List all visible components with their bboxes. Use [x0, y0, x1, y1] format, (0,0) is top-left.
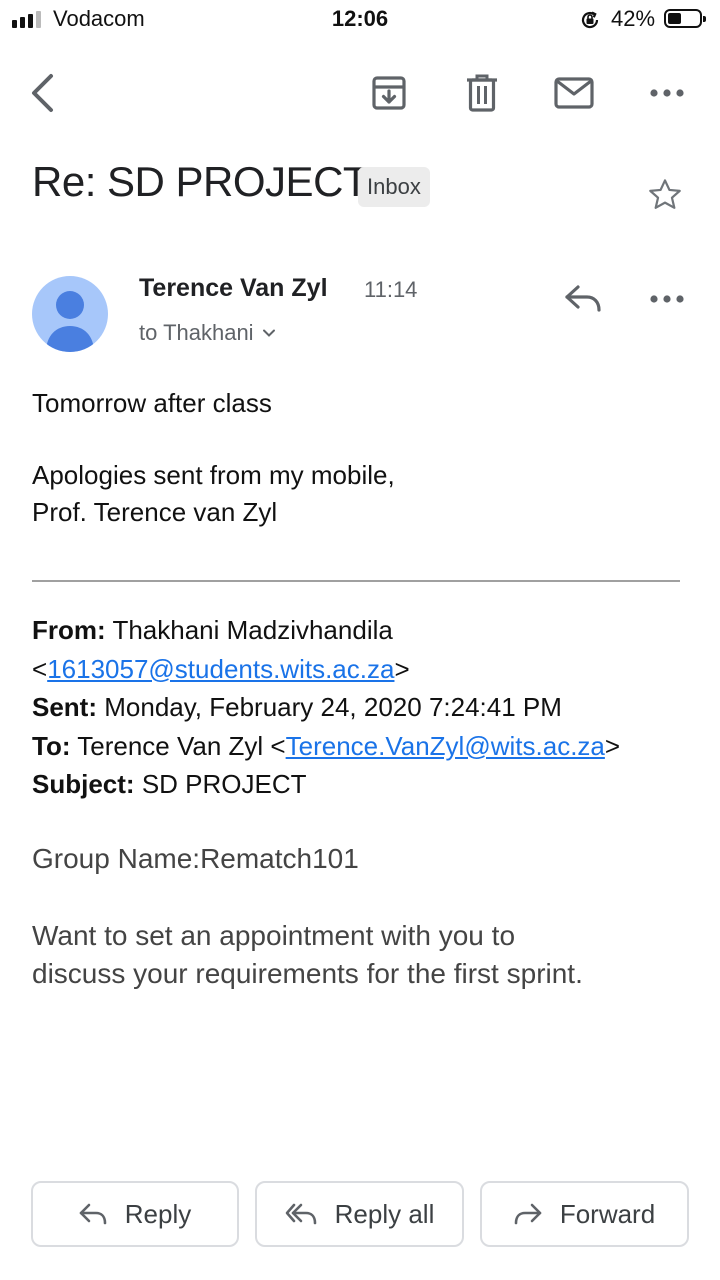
quoted-sent-line: Sent: Monday, February 24, 2020 7:24:41 …: [32, 688, 620, 727]
forward-icon: [514, 1203, 542, 1225]
quoted-message-line: Want to set an appointment with you to: [32, 920, 516, 951]
person-icon: [46, 291, 94, 352]
from-email-link[interactable]: 1613057@students.wits.ac.za: [47, 654, 394, 684]
forward-button[interactable]: Forward: [480, 1181, 689, 1247]
from-label: From:: [32, 615, 106, 645]
recipient-label: to Thakhani: [139, 320, 254, 345]
reply-all-button[interactable]: Reply all: [255, 1181, 464, 1247]
quoted-header: From: Thakhani Madzivhandila <1613057@st…: [32, 611, 620, 804]
star-button[interactable]: [642, 172, 688, 218]
star-icon: [649, 179, 681, 209]
quoted-from-line: From: Thakhani Madzivhandila: [32, 611, 620, 650]
status-bar: Vodacom 12:06 42%: [0, 0, 720, 40]
forward-label: Forward: [559, 1198, 656, 1229]
reply-icon-button[interactable]: [558, 276, 608, 322]
reply-button[interactable]: Reply: [31, 1181, 239, 1247]
subject-value: SD PROJECT: [141, 769, 307, 799]
signature-name: Prof. Terence van Zyl: [32, 497, 278, 527]
back-button[interactable]: [20, 66, 64, 120]
more-horizontal-icon: [650, 295, 684, 303]
battery-fill: [668, 13, 681, 24]
reply-all-icon: [285, 1203, 316, 1225]
to-name: Terence Van Zyl: [77, 730, 264, 761]
quoted-to-line: To: Terence Van Zyl <Terence.VanZyl@wits…: [32, 730, 621, 761]
chevron-down-icon: [262, 329, 275, 337]
battery-icon: [664, 9, 706, 28]
signature-line: Apologies sent from my mobile,: [32, 460, 395, 490]
message-time: 11:14: [364, 277, 418, 302]
quote-divider: [32, 580, 680, 582]
mark-unread-button[interactable]: [550, 70, 598, 116]
from-name: Thakhani Madzivhandila: [112, 615, 393, 645]
avatar[interactable]: [32, 276, 108, 352]
reply-label: Reply: [124, 1198, 192, 1229]
quoted-subject-line: Subject: SD PROJECT: [32, 765, 620, 804]
mail-icon: [554, 77, 594, 109]
group-name-text: Group Name:Rematch101: [32, 843, 359, 874]
battery-percentage: 42%: [611, 6, 656, 31]
sent-label: Sent:: [32, 692, 97, 722]
quoted-from-email-line: <1613057@students.wits.ac.za>: [32, 653, 410, 684]
trash-icon: [467, 74, 497, 112]
more-horizontal-icon: [650, 89, 684, 97]
archive-button[interactable]: [366, 70, 412, 116]
inbox-label-chip[interactable]: Inbox: [358, 167, 430, 207]
to-label: To:: [32, 730, 71, 761]
more-options-button[interactable]: [644, 70, 690, 116]
archive-icon: [372, 76, 406, 110]
delete-button[interactable]: [459, 70, 505, 116]
rotation-lock-icon: [578, 8, 602, 37]
message-more-button[interactable]: [644, 276, 690, 322]
recipient-details-toggle[interactable]: to Thakhani: [139, 320, 276, 346]
sender-name: Terence Van Zyl: [139, 274, 328, 302]
message-body-line: Tomorrow after class: [32, 388, 272, 418]
back-arrow-icon: [32, 74, 53, 112]
email-subject: Re: SD PROJECT: [32, 158, 369, 205]
to-email-link[interactable]: Terence.VanZyl@wits.ac.za: [286, 731, 605, 761]
reply-icon: [565, 285, 601, 312]
reply-all-label: Reply all: [334, 1198, 435, 1229]
sent-value: Monday, February 24, 2020 7:24:41 PM: [104, 692, 562, 722]
reply-icon: [79, 1203, 107, 1225]
quoted-message-line: discuss your requirements for the first …: [32, 958, 583, 989]
subject-label: Subject:: [32, 769, 135, 799]
